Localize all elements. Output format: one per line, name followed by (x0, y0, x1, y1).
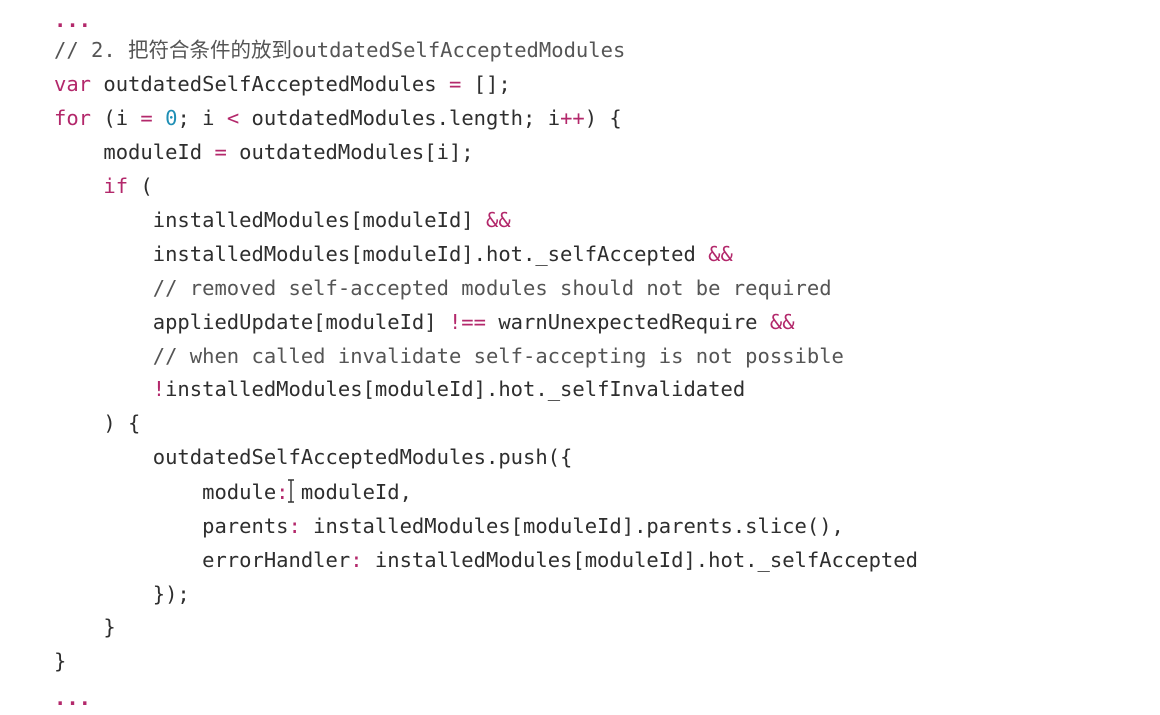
code-line: if ( (54, 169, 153, 203)
code-line: !installedModules[moduleId].hot._selfInv… (54, 372, 745, 406)
code-line: } (54, 610, 116, 644)
code-token-plain: warnUnexpectedRequire (485, 310, 770, 334)
code-token-plain: (i (91, 106, 141, 130)
code-line: errorHandler: installedModules[moduleId]… (54, 543, 918, 577)
code-line: }); (54, 577, 190, 611)
code-token-plain: installedModules[moduleId].parents.slice… (300, 514, 844, 538)
code-line: module: moduleId, (54, 475, 412, 509)
code-line: // when called invalidate self-accepting… (54, 339, 844, 373)
code-token-plain: }); (54, 582, 190, 606)
code-line: appliedUpdate[moduleId] !== warnUnexpect… (54, 305, 795, 339)
code-token-op: ++ (560, 106, 585, 130)
code-token-ellipsis: ... (54, 686, 92, 710)
code-line: ... (54, 3, 91, 37)
code-token-plain: ) { (54, 411, 141, 435)
code-line: ... (54, 681, 91, 715)
code-token-plain: ( (128, 174, 153, 198)
code-token-op: = (140, 106, 153, 130)
text-cursor-icon (288, 479, 294, 503)
code-line: for (i = 0; i < outdatedModules.length; … (54, 101, 622, 135)
code-line: moduleId = outdatedModules[i]; (54, 135, 474, 169)
code-token-number: 0 (165, 106, 178, 130)
code-token-op: : (350, 548, 363, 572)
code-token-op: && (769, 310, 795, 334)
code-token-plain: } (54, 615, 116, 639)
code-token-op: = (448, 72, 462, 96)
code-token-plain: installedModules[moduleId].hot._selfAcce… (362, 548, 918, 572)
code-token-op: !== (448, 310, 486, 334)
code-token-keyword: if (103, 174, 129, 198)
code-token-plain: outdatedSelfAcceptedModules (91, 72, 449, 96)
code-token-plain: ; i (177, 106, 227, 130)
code-token-keyword: for (54, 106, 92, 130)
code-token-plain: installedModules[moduleId] (54, 208, 486, 232)
code-line: // 2. 把符合条件的放到outdatedSelfAcceptedModule… (54, 33, 625, 67)
code-token-plain: ) { (584, 106, 622, 130)
code-line: installedModules[moduleId] && (54, 203, 511, 237)
code-token-op: < (226, 106, 240, 130)
code-token-plain: moduleId, (288, 480, 412, 504)
code-token-plain: appliedUpdate[moduleId] (54, 310, 449, 334)
code-token-keyword: var (54, 72, 92, 96)
code-line: // removed self-accepted modules should … (54, 271, 832, 305)
code-line: parents: installedModules[moduleId].pare… (54, 509, 844, 543)
code-view: ... // 2. 把符合条件的放到outdatedSelfAcceptedMod… (0, 0, 1160, 711)
code-token-prop: errorHandler (54, 548, 351, 572)
code-token-plain: installedModules[moduleId].hot._selfInva… (165, 377, 746, 401)
code-token-prop: module (54, 480, 277, 504)
code-token-plain: installedModules[moduleId].hot._selfAcce… (54, 242, 709, 266)
code-token-comment: // 2. 把符合条件的放到outdatedSelfAcceptedModule… (54, 38, 626, 62)
code-token-plain: outdatedModules.length; i (239, 106, 561, 130)
code-token-op: : (288, 514, 301, 538)
code-line: outdatedSelfAcceptedModules.push({ (54, 440, 573, 474)
code-token-prop: parents (54, 514, 289, 538)
code-token-ellipsis: ... (54, 8, 92, 32)
code-line: } (54, 644, 66, 678)
code-token-plain: } (54, 649, 67, 673)
code-token-op: && (485, 208, 511, 232)
code-token-op: && (708, 242, 733, 266)
code-token-op: = (214, 140, 227, 164)
code-token-comment: // removed self-accepted modules should … (54, 276, 832, 300)
code-token-op: ! (152, 377, 166, 401)
code-line: var outdatedSelfAcceptedModules = []; (54, 67, 511, 101)
code-token-comment: // when called invalidate self-accepting… (54, 344, 844, 368)
code-token-plain: outdatedModules[i]; (226, 140, 474, 164)
code-token-plain: outdatedSelfAcceptedModules.push({ (54, 445, 573, 469)
code-line: ) { (54, 406, 140, 440)
code-token-plain: moduleId (54, 140, 215, 164)
code-token-plain: []; (461, 72, 511, 96)
code-line: installedModules[moduleId].hot._selfAcce… (54, 237, 733, 271)
